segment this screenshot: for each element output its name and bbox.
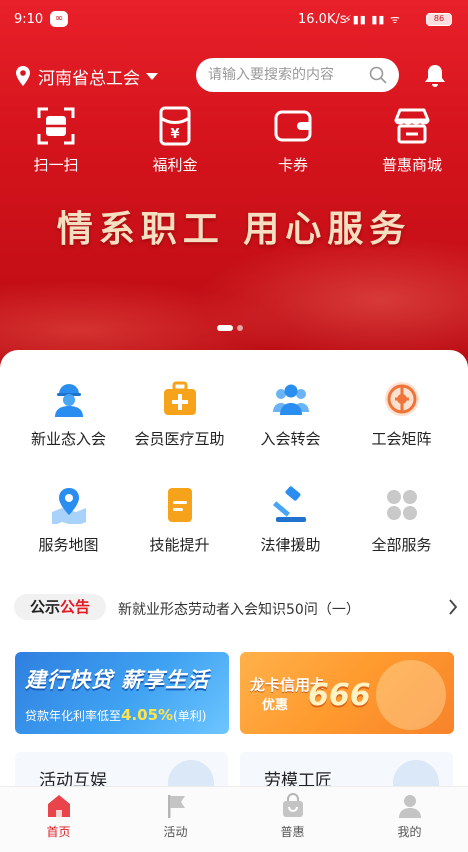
service-label: 工会矩阵	[371, 430, 432, 448]
promo-number: 666	[308, 678, 371, 713]
location-label: 河南省总工会	[38, 68, 140, 89]
quick-action-label: 卡券	[277, 156, 308, 174]
promo-rate-suffix: (单利)	[173, 709, 207, 723]
chevron-down-icon	[146, 72, 158, 80]
service-join-transfer[interactable]: 入会转会	[232, 380, 349, 449]
tab-label: 活动	[163, 825, 188, 839]
service-all-services[interactable]: 全部服务	[343, 486, 460, 555]
quick-action-label: 普惠商城	[381, 156, 442, 174]
tab-mine[interactable]: 我的	[351, 793, 468, 840]
quick-action-coupons[interactable]: 卡券	[248, 106, 338, 175]
service-label: 服务地图	[38, 536, 99, 554]
quick-action-label: 福利金	[152, 156, 198, 174]
promo-subtitle: 贷款年化利率低至4.05%(单利)	[25, 706, 206, 724]
red-envelope-icon: ¥	[159, 106, 191, 146]
tab-activities[interactable]: 活动	[117, 793, 234, 840]
promo-ccb-loan[interactable]: 建行快贷 薪享生活 贷款年化利率低至4.05%(单利)	[15, 652, 229, 734]
banner-slogan[interactable]: 情系职工 用心服务	[0, 200, 468, 252]
signal-icons: ⚡▮▮ ▮▮ ᯤ	[344, 13, 401, 26]
bottom-tab-bar: 首页 活动 普惠 我的	[0, 786, 468, 852]
scan-icon	[37, 107, 75, 145]
service-new-workers-join[interactable]: 新业态入会	[10, 380, 127, 449]
header-banner: 9:10 ∞ 16.0K/s ⚡▮▮ ▮▮ ᯤ 86 河南省总工会 请输入要搜索…	[0, 0, 468, 372]
content-card: 新业态入会 会员医疗互助 入会转会 工会矩阵 服务地图 技能提升 法律援助 全部…	[0, 350, 468, 812]
union-emblem-icon	[384, 382, 419, 416]
search-icon[interactable]	[369, 66, 387, 84]
service-label: 法律援助	[260, 536, 321, 554]
bell-icon[interactable]	[424, 64, 446, 88]
location-pin-icon	[16, 66, 30, 86]
grid-icon	[386, 490, 417, 520]
announcement-tag-part1: 公示	[29, 598, 60, 616]
announcement-tag: 公示公告	[14, 594, 106, 620]
service-medical-mutual-aid[interactable]: 会员医疗互助	[121, 380, 238, 449]
tab-label: 首页	[46, 825, 71, 839]
service-label: 入会转会	[260, 430, 321, 448]
gavel-icon	[272, 486, 306, 522]
app-notification-icon: ∞	[50, 11, 68, 27]
service-legal-aid[interactable]: 法律援助	[232, 486, 349, 555]
tab-home[interactable]: 首页	[0, 793, 117, 840]
worker-icon	[54, 384, 83, 417]
shopping-bag-icon	[282, 793, 303, 817]
service-skill-upgrade[interactable]: 技能提升	[121, 486, 238, 555]
quick-action-store[interactable]: 普惠商城	[367, 106, 457, 175]
promo-title: 建行快贷 薪享生活	[25, 668, 210, 692]
promo-decoration	[376, 660, 446, 730]
quick-action-welfare[interactable]: ¥ 福利金	[130, 106, 220, 175]
document-icon	[167, 488, 192, 522]
tab-benefits[interactable]: 普惠	[234, 793, 351, 840]
status-time: 9:10	[14, 12, 44, 27]
carousel-indicator	[217, 325, 243, 331]
svg-text:¥: ¥	[170, 127, 179, 142]
promo-subtitle: 优惠	[262, 698, 289, 713]
wallet-icon	[274, 110, 312, 142]
search-input[interactable]	[208, 65, 368, 85]
carousel-dot	[237, 325, 243, 331]
service-label: 技能提升	[149, 536, 210, 554]
announcement-bar[interactable]: 公示公告 新就业形态劳动者入会知识50问（一）	[14, 590, 458, 624]
battery-icon: 86	[426, 13, 452, 26]
service-map[interactable]: 服务地图	[10, 486, 127, 555]
service-label: 新业态入会	[30, 430, 106, 448]
people-group-icon	[272, 384, 309, 415]
service-label: 全部服务	[371, 536, 432, 554]
service-label: 会员医疗互助	[134, 430, 225, 448]
tab-label: 我的	[397, 825, 422, 839]
announcement-tag-part2: 公告	[60, 598, 91, 616]
promo-subtitle-text: 贷款年化利率低至	[25, 709, 122, 723]
home-icon	[47, 795, 70, 817]
flag-icon	[167, 795, 185, 818]
service-union-matrix[interactable]: 工会矩阵	[343, 380, 460, 449]
location-selector[interactable]: 河南省总工会	[16, 62, 158, 90]
quick-action-scan[interactable]: 扫一扫	[11, 106, 101, 175]
tab-label: 普惠	[280, 825, 305, 839]
store-icon	[394, 108, 430, 144]
promo-rate: 4.05%	[121, 706, 174, 724]
medical-kit-icon	[163, 381, 196, 415]
network-speed: 16.0K/s	[298, 12, 347, 27]
quick-action-label: 扫一扫	[33, 156, 79, 174]
carousel-dot-active	[217, 325, 233, 331]
search-box[interactable]	[196, 58, 399, 92]
quick-actions: 扫一扫 ¥ 福利金 卡券 普惠商城	[0, 106, 468, 174]
app-screen: 9:10 ∞ 16.0K/s ⚡▮▮ ▮▮ ᯤ 86 河南省总工会 请输入要搜索…	[0, 0, 468, 852]
user-icon	[398, 795, 421, 818]
status-bar: 9:10 ∞ 16.0K/s ⚡▮▮ ▮▮ ᯤ 86	[0, 0, 468, 40]
promo-credit-card[interactable]: 龙卡信用卡 优惠 666	[240, 652, 454, 734]
map-pin-icon	[51, 488, 86, 524]
chevron-right-icon[interactable]	[448, 598, 458, 616]
announcement-text[interactable]: 新就业形态劳动者入会知识50问（一）	[118, 599, 360, 619]
